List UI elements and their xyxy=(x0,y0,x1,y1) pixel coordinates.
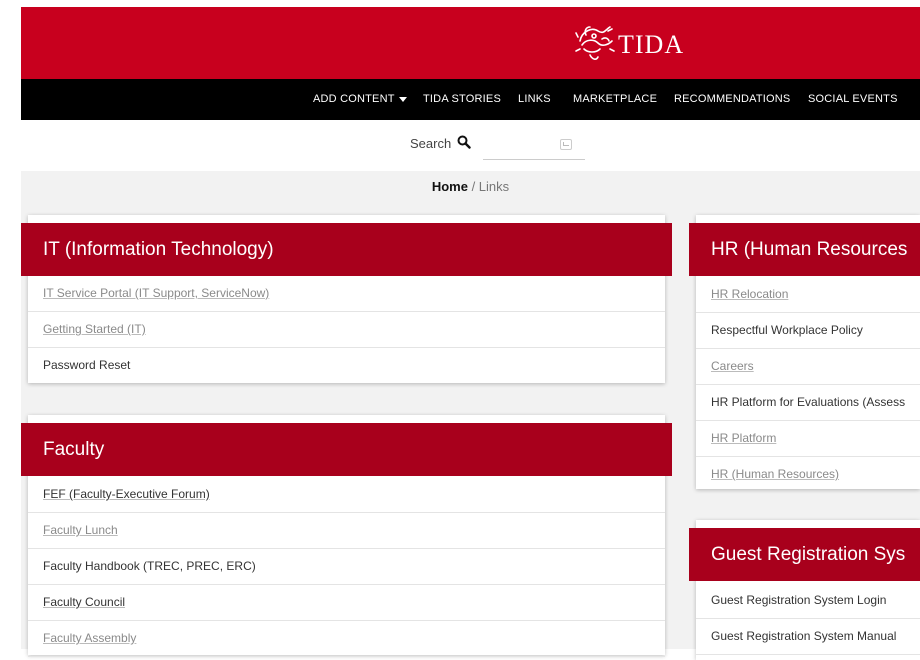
link-careers[interactable]: Careers xyxy=(696,349,920,385)
card-hr-title: HR (Human Resources xyxy=(689,223,920,276)
link-guest-manual[interactable]: Guest Registration System Manual xyxy=(696,619,920,655)
main-content: Home / Links IT (Information Technology)… xyxy=(21,171,920,660)
link-hr-human-resources[interactable]: HR (Human Resources) xyxy=(696,457,920,492)
link-faculty-assembly[interactable]: Faculty Assembly xyxy=(28,621,665,657)
link-guest-login[interactable]: Guest Registration System Login xyxy=(696,583,920,619)
card-hr: HR (Human Resources HR Relocation Respec… xyxy=(689,215,920,492)
top-banner: TIDA xyxy=(21,7,920,79)
card-it-title: IT (Information Technology) xyxy=(21,223,672,276)
card-faculty-title: Faculty xyxy=(21,423,672,476)
link-faculty-lunch[interactable]: Faculty Lunch xyxy=(28,513,665,549)
breadcrumb-separator: / xyxy=(467,179,479,194)
link-hr-platform-evaluations[interactable]: HR Platform for Evaluations (Assess xyxy=(696,385,920,421)
card-guest-title: Guest Registration Sys xyxy=(689,528,920,581)
enter-key-icon[interactable] xyxy=(560,139,572,150)
link-password-reset[interactable]: Password Reset xyxy=(28,348,665,383)
nav-social-events[interactable]: SOCIAL EVENTS xyxy=(808,79,898,120)
link-respectful-workplace[interactable]: Respectful Workplace Policy xyxy=(696,313,920,349)
breadcrumb-home[interactable]: Home xyxy=(432,179,468,194)
nav-marketplace[interactable]: MARKETPLACE xyxy=(573,79,657,120)
search-label: Search xyxy=(410,136,452,151)
link-hr-platform[interactable]: HR Platform xyxy=(696,421,920,457)
link-faculty-handbook[interactable]: Faculty Handbook (TREC, PREC, ERC) xyxy=(28,549,665,585)
main-nav: ADD CONTENT TIDA STORIES LINKS MARKETPLA… xyxy=(21,79,920,120)
logo-text: TIDA xyxy=(618,29,685,59)
card-guest-registration: Guest Registration Sys Guest Registratio… xyxy=(689,520,920,660)
link-faculty-council[interactable]: Faculty Council xyxy=(28,585,665,621)
nav-add-content-label: ADD CONTENT xyxy=(313,93,395,105)
breadcrumb: Home / Links xyxy=(21,179,920,194)
site-logo[interactable]: TIDA xyxy=(572,19,684,70)
link-it-service-portal[interactable]: IT Service Portal (IT Support, ServiceNo… xyxy=(28,276,665,312)
nav-recommendations[interactable]: RECOMMENDATIONS xyxy=(674,79,790,120)
breadcrumb-current: Links xyxy=(478,179,510,194)
caret-down-icon xyxy=(398,96,407,102)
link-hr-relocation[interactable]: HR Relocation xyxy=(696,277,920,313)
card-faculty: Faculty FEF (Faculty-Executive Forum) Fa… xyxy=(21,415,672,657)
link-fef[interactable]: FEF (Faculty-Executive Forum) xyxy=(28,477,665,513)
nav-tida-stories[interactable]: TIDA STORIES xyxy=(423,79,501,120)
link-getting-started-it[interactable]: Getting Started (IT) xyxy=(28,312,665,348)
search-icon[interactable] xyxy=(457,135,471,154)
card-it: IT (Information Technology) IT Service P… xyxy=(21,215,672,383)
nav-links[interactable]: LINKS xyxy=(518,79,551,120)
search-bar: Search xyxy=(21,121,920,171)
dragon-emblem-icon xyxy=(572,19,618,70)
nav-add-content[interactable]: ADD CONTENT xyxy=(313,79,407,120)
